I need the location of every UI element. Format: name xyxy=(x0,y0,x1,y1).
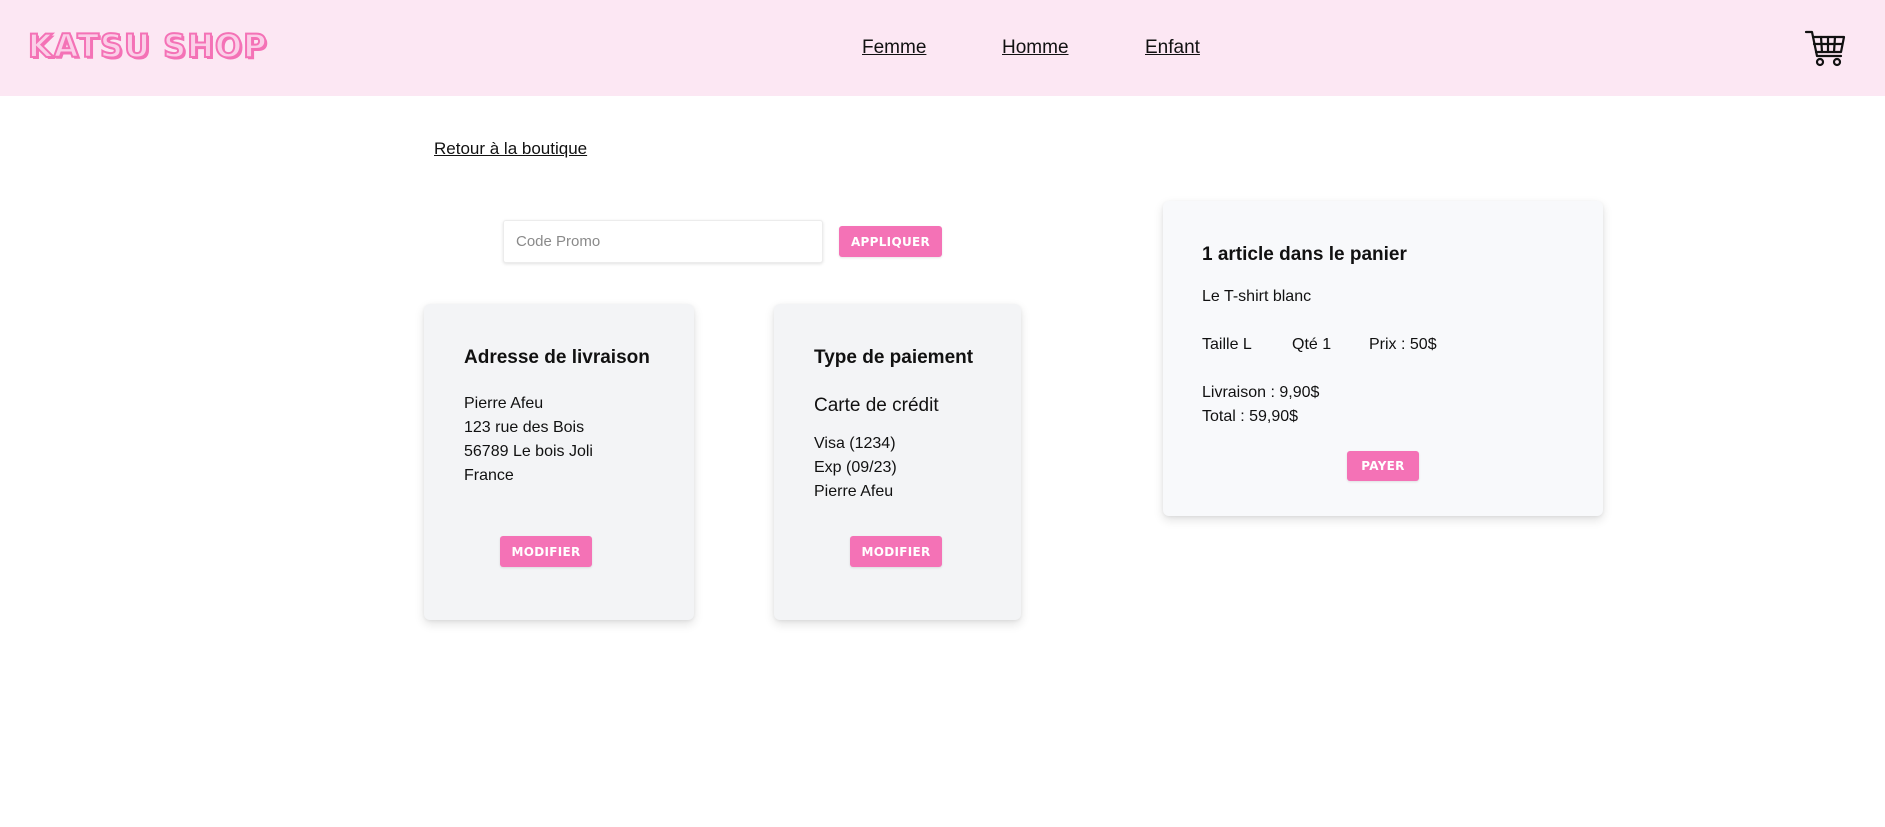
back-to-shop-link[interactable]: Retour à la boutique xyxy=(434,139,587,159)
site-logo[interactable]: KATSU SHOP xyxy=(27,26,268,66)
address-line: France xyxy=(464,467,514,484)
cart-item-name: Le T-shirt blanc xyxy=(1202,288,1312,305)
cart-summary-title: 1 article dans le panier xyxy=(1202,244,1407,265)
shopping-cart-icon[interactable] xyxy=(1804,28,1846,68)
cart-item-qty: Qté 1 xyxy=(1292,336,1332,353)
pay-button[interactable]: PAYER xyxy=(1347,451,1419,481)
promo-code-input[interactable] xyxy=(503,220,823,263)
payment-line: Exp (09/23) xyxy=(814,459,897,476)
nav-link-enfant[interactable]: Enfant xyxy=(1145,37,1200,59)
cart-item-price: Prix : 50$ xyxy=(1369,336,1437,353)
nav-link-homme[interactable]: Homme xyxy=(1002,37,1069,59)
shipping-cost: Livraison : 9,90$ xyxy=(1202,384,1320,401)
edit-address-button[interactable]: MODIFIER xyxy=(500,536,592,567)
shipping-address-title: Adresse de livraison xyxy=(464,347,650,368)
cart-item-size: Taille L xyxy=(1202,336,1252,353)
shipping-address-card: Adresse de livraison Pierre Afeu 123 rue… xyxy=(424,304,694,620)
apply-promo-button[interactable]: APPLIQUER xyxy=(839,226,942,257)
payment-method: Carte de crédit xyxy=(814,395,939,416)
payment-line: Pierre Afeu xyxy=(814,483,894,500)
payment-line: Visa (1234) xyxy=(814,435,896,452)
payment-type-title: Type de paiement xyxy=(814,347,974,368)
site-header: KATSU SHOP Femme Homme Enfant xyxy=(0,0,1885,96)
nav-link-femme[interactable]: Femme xyxy=(862,37,926,59)
order-total: Total : 59,90$ xyxy=(1202,408,1299,425)
payment-type-card: Type de paiement Carte de crédit Visa (1… xyxy=(774,304,1021,620)
address-line: 123 rue des Bois xyxy=(464,419,585,436)
address-line: 56789 Le bois Joli xyxy=(464,443,593,460)
edit-payment-button[interactable]: MODIFIER xyxy=(850,536,942,567)
address-line: Pierre Afeu xyxy=(464,395,544,412)
